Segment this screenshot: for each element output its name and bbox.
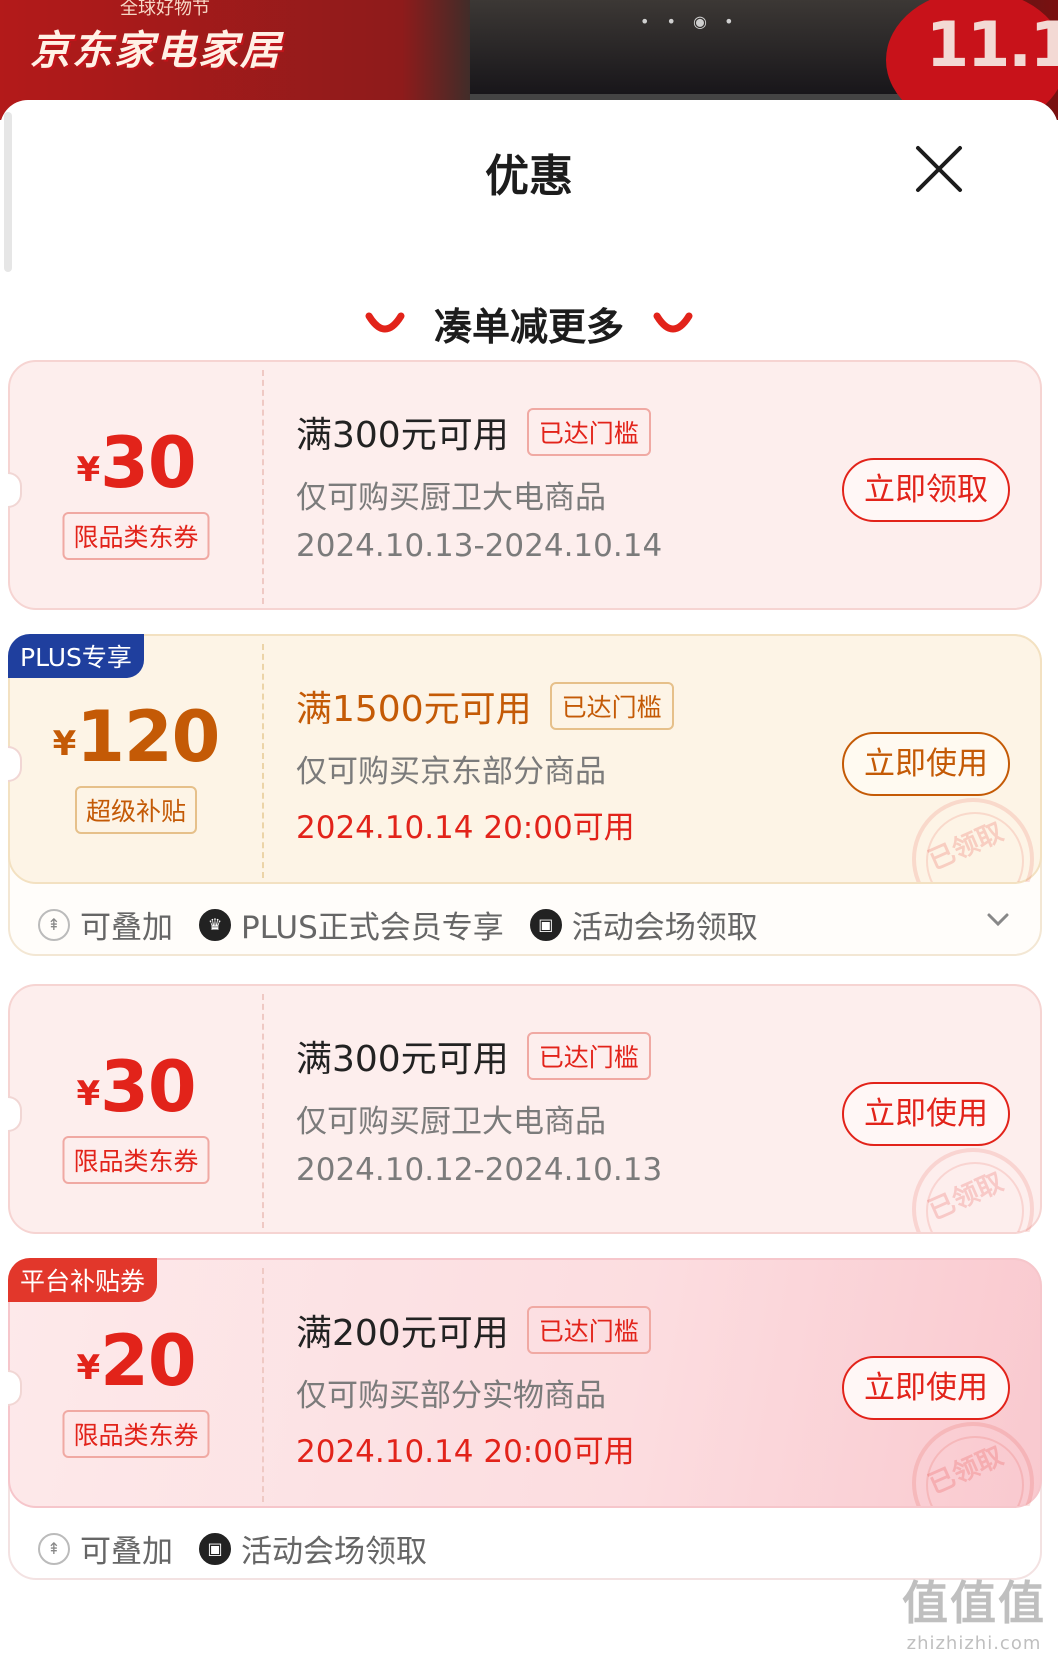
coupon-condition: 满200元可用 已达门槛 bbox=[296, 1304, 651, 1356]
feature-stackable: ⇞ 可叠加 bbox=[38, 902, 173, 947]
coupon-condition: 满300元可用 已达门槛 bbox=[296, 1030, 651, 1082]
claimed-stamp: 已领取 bbox=[904, 1142, 1036, 1232]
feature-label: 活动会场领取 bbox=[571, 910, 758, 946]
currency-symbol: ¥ bbox=[76, 1348, 101, 1388]
feature-venue: ▣ 活动会场领取 bbox=[529, 902, 758, 947]
stack-icon: ⇞ bbox=[38, 908, 70, 941]
venue-icon: ▣ bbox=[199, 1532, 231, 1565]
coupon-amount: ¥30 bbox=[10, 422, 262, 504]
site-watermark: 值值值 zhizhizhi.com bbox=[902, 1567, 1046, 1654]
condition-text: 满300元可用 bbox=[296, 1039, 509, 1080]
coupon-divider bbox=[262, 994, 264, 1228]
coupon-validity: 2024.10.12-2024.10.13 bbox=[296, 1152, 663, 1188]
coupon-condition: 满300元可用 已达门槛 bbox=[296, 406, 651, 458]
coupon-body: ¥30 限品类东券 满300元可用 已达门槛 仅可购买厨卫大电商品 2024.1… bbox=[8, 360, 1042, 610]
coupon-validity: 2024.10.14 20:00可用 bbox=[296, 810, 635, 846]
amount-value: 120 bbox=[76, 696, 220, 778]
stack-icon: ⇞ bbox=[38, 1532, 70, 1565]
banner-tagline: 全球好物节 bbox=[120, 0, 210, 19]
coupon-divider bbox=[262, 370, 264, 604]
coupon-type-tag: 限品类东券 bbox=[62, 1136, 210, 1184]
venue-icon: ▣ bbox=[529, 908, 562, 941]
coupon-type-tag: 限品类东券 bbox=[62, 1410, 210, 1458]
sheet-title: 优惠 bbox=[485, 151, 573, 202]
coupon-sheet: 优惠 凑单减更多 ¥30 限品类东券 满300元可用 已达门槛 仅可购买厨卫大电… bbox=[0, 100, 1058, 1662]
banner-product-controls: • • ◉ • bbox=[640, 12, 740, 31]
threshold-reached-tag: 已达门槛 bbox=[526, 408, 651, 456]
coupon-body: ¥120 超级补贴 满1500元可用 已达门槛 仅可购买京东部分商品 2024.… bbox=[8, 634, 1042, 884]
coupon-amount: ¥20 bbox=[10, 1320, 262, 1402]
crown-icon: ♛ bbox=[199, 908, 231, 941]
feature-label: 活动会场领取 bbox=[241, 1534, 427, 1570]
coupon-validity: 2024.10.14 20:00可用 bbox=[296, 1434, 635, 1470]
condition-text: 满200元可用 bbox=[296, 1313, 509, 1354]
coupon-divider bbox=[262, 644, 264, 878]
feature-label: 可叠加 bbox=[80, 1534, 173, 1570]
coupon-scope: 仅可购买厨卫大电商品 bbox=[296, 480, 606, 516]
badge-text: 11.11 bbox=[926, 8, 1058, 81]
coupon-validity: 2024.10.13-2024.10.14 bbox=[296, 528, 663, 564]
amount-value: 20 bbox=[100, 1320, 196, 1402]
use-button[interactable]: 立即使用 bbox=[842, 1082, 1010, 1146]
claimed-stamp: 已领取 bbox=[904, 792, 1036, 882]
amount-value: 30 bbox=[100, 422, 196, 504]
threshold-reached-tag: 已达门槛 bbox=[549, 682, 674, 730]
claim-button[interactable]: 立即领取 bbox=[842, 458, 1010, 522]
coupon-body: ¥30 限品类东券 满300元可用 已达门槛 仅可购买厨卫大电商品 2024.1… bbox=[8, 984, 1042, 1234]
use-button[interactable]: 立即使用 bbox=[842, 1356, 1010, 1420]
close-icon bbox=[916, 146, 962, 192]
close-button[interactable] bbox=[912, 142, 966, 196]
currency-symbol: ¥ bbox=[76, 1074, 101, 1114]
watermark-url: zhizhizhi.com bbox=[906, 1633, 1042, 1654]
feature-venue: ▣ 活动会场领取 bbox=[199, 1526, 427, 1571]
use-button[interactable]: 立即使用 bbox=[842, 732, 1010, 796]
coupon-scope: 仅可购买京东部分商品 bbox=[296, 754, 606, 790]
feature-label: 可叠加 bbox=[80, 910, 173, 946]
coupon-scope: 仅可购买厨卫大电商品 bbox=[296, 1104, 606, 1140]
watermark-logo: 值值值 bbox=[902, 1576, 1046, 1630]
currency-symbol: ¥ bbox=[52, 724, 77, 764]
coupon-body: ¥20 限品类东券 满200元可用 已达门槛 仅可购买部分实物商品 2024.1… bbox=[8, 1258, 1042, 1508]
feature-label: PLUS正式会员专享 bbox=[241, 910, 504, 946]
smile-icon bbox=[365, 312, 405, 332]
currency-symbol: ¥ bbox=[76, 450, 101, 490]
coupon-amount: ¥120 bbox=[10, 696, 262, 778]
coupon-amount: ¥30 bbox=[10, 1046, 262, 1128]
condition-text: 满1500元可用 bbox=[296, 689, 532, 730]
chevron-down-icon[interactable] bbox=[984, 906, 1012, 934]
coupon-value-area: ¥30 限品类东券 bbox=[10, 362, 262, 612]
condition-text: 满300元可用 bbox=[296, 415, 509, 456]
coupon-divider bbox=[262, 1268, 264, 1502]
coupon-features: ⇞ 可叠加 ♛ PLUS正式会员专享 ▣ 活动会场领取 bbox=[38, 902, 758, 947]
platform-subsidy-tag: 平台补贴券 bbox=[8, 1258, 158, 1302]
smile-icon bbox=[653, 312, 693, 332]
feature-plus-member: ♛ PLUS正式会员专享 bbox=[199, 902, 504, 947]
feature-stackable: ⇞ 可叠加 bbox=[38, 1526, 173, 1571]
amount-value: 30 bbox=[100, 1046, 196, 1128]
coupon-condition: 满1500元可用 已达门槛 bbox=[296, 680, 674, 732]
claimed-stamp: 已领取 bbox=[904, 1416, 1036, 1506]
coupon-scope: 仅可购买部分实物商品 bbox=[296, 1378, 606, 1414]
coupon-type-tag: 超级补贴 bbox=[74, 786, 198, 834]
plus-exclusive-tag: PLUS专享 bbox=[8, 634, 144, 678]
threshold-reached-tag: 已达门槛 bbox=[526, 1306, 651, 1354]
coupon-value-area: ¥30 限品类东券 bbox=[10, 986, 262, 1236]
coupon-features: ⇞ 可叠加 ▣ 活动会场领取 bbox=[38, 1526, 427, 1571]
threshold-reached-tag: 已达门槛 bbox=[526, 1032, 651, 1080]
section-title: 凑单减更多 bbox=[433, 305, 624, 349]
coupon-type-tag: 限品类东券 bbox=[62, 512, 210, 560]
section-header: 凑单减更多 bbox=[0, 296, 1058, 351]
banner-brand: 京东家电家居 bbox=[30, 28, 282, 74]
